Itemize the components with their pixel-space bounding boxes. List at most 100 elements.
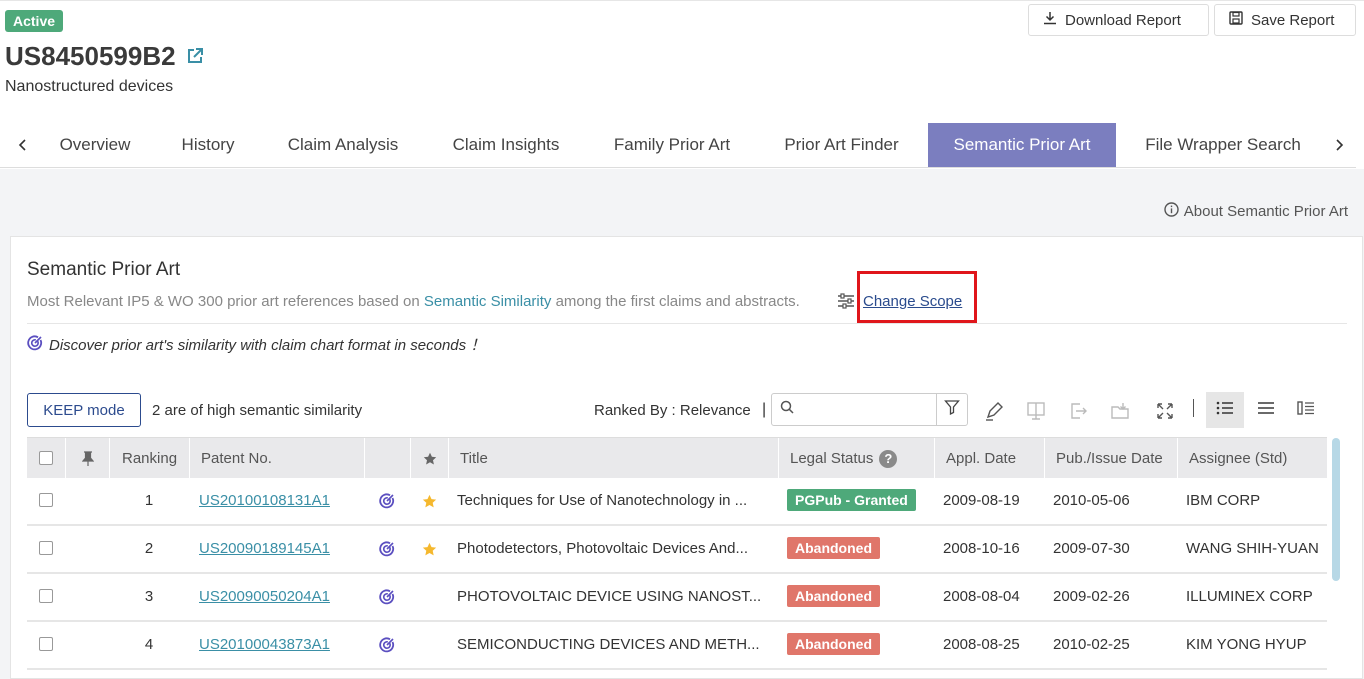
page-title: US8450599B2	[5, 40, 204, 72]
title-cell: Photodetectors, Photovoltaic Devices And…	[457, 540, 748, 557]
external-link-icon[interactable]	[186, 47, 204, 65]
tab-semantic-prior-art[interactable]: Semantic Prior Art	[928, 123, 1116, 167]
star-cell	[422, 478, 442, 524]
sliders-icon	[837, 293, 855, 314]
appl-date-cell: 2008-10-16	[943, 540, 1020, 557]
table-scrollbar[interactable]	[1332, 438, 1340, 581]
download-icon	[1043, 11, 1057, 29]
download-report-button[interactable]: Download Report	[1028, 4, 1209, 36]
filter-button[interactable]	[936, 393, 968, 426]
semantic-target-icon[interactable]	[379, 588, 395, 605]
desc-highlight: Semantic Similarity	[423, 293, 552, 310]
assignee-cell: KIM YONG HYUP	[1186, 636, 1307, 653]
tab-scroll-right-icon[interactable]	[1329, 134, 1349, 156]
tab-prior-art-finder[interactable]: Prior Art Finder	[764, 123, 919, 167]
row-checkbox[interactable]	[39, 589, 53, 603]
ranking-cell: 1	[144, 492, 154, 509]
patent-no-header[interactable]: Patent No.	[189, 438, 364, 479]
table-row[interactable]: 3 US20090050204A1 PHOTOVOLTAIC DEVICE US…	[27, 574, 1327, 622]
star-icon[interactable]	[422, 492, 437, 509]
ranking-header[interactable]: Ranking	[109, 438, 189, 479]
semantic-cell	[379, 622, 399, 668]
desc-suffix: among the first claims and abstracts.	[555, 293, 800, 310]
title-cell: Techniques for Use of Nanotechnology in …	[457, 492, 748, 509]
title-header[interactable]: Title	[448, 438, 778, 479]
assignee-header[interactable]: Assignee (Std)	[1177, 438, 1327, 479]
patent-no-cell: US20090050204A1	[199, 574, 359, 620]
patent-link[interactable]: US20090050204A1	[199, 588, 330, 605]
patent-link[interactable]: US20100108131A1	[199, 492, 330, 509]
semantic-cell	[379, 526, 399, 572]
pub-date-cell: 2010-02-25	[1053, 636, 1130, 653]
assignee-cell: WANG SHIH-YUAN	[1186, 540, 1319, 557]
save-report-button[interactable]: Save Report	[1214, 4, 1356, 36]
table-row[interactable]: 4 US20100043873A1 SEMICONDUCTING DEVICES…	[27, 622, 1327, 670]
status-badge: Active	[5, 10, 64, 32]
keep-mode-button[interactable]: KEEP mode	[27, 393, 141, 427]
ranked-by-selector[interactable]: Ranked By : Relevance	[594, 402, 751, 419]
search-input[interactable]	[794, 400, 924, 419]
tab-overview[interactable]: Overview	[40, 123, 150, 167]
pin-icon	[81, 450, 94, 467]
appl-date-header[interactable]: Appl. Date	[934, 438, 1044, 479]
legal-status-cell: Abandoned	[787, 526, 932, 572]
tab-family-prior-art[interactable]: Family Prior Art	[594, 123, 750, 167]
semantic-target-icon[interactable]	[379, 540, 395, 557]
star-icon[interactable]	[422, 540, 437, 557]
patent-subtitle: Nanostructured devices	[5, 78, 174, 95]
semantic-cell	[379, 574, 399, 620]
tab-claim-analysis[interactable]: Claim Analysis	[268, 123, 418, 167]
help-icon[interactable]: ?	[879, 450, 898, 469]
move-to-folder-icon[interactable]	[1109, 400, 1131, 422]
row-checkbox-cell	[39, 526, 59, 572]
row-checkbox[interactable]	[39, 637, 53, 651]
list-view-icon	[1216, 400, 1234, 421]
title-cell: SEMICONDUCTING DEVICES AND METH...	[457, 636, 760, 653]
ranking-cell: 2	[144, 540, 154, 557]
appl-date-cell: 2008-08-04	[943, 588, 1020, 605]
status-badge: PGPub - Granted	[787, 489, 916, 511]
compact-view-icon	[1257, 401, 1275, 420]
legal-status-cell: Abandoned	[787, 574, 932, 620]
save-report-label: Save Report	[1251, 11, 1335, 29]
tab-file-wrapper-search[interactable]: File Wrapper Search	[1128, 123, 1318, 167]
desc-prefix: Most Relevant IP5 & WO 300 prior art ref…	[27, 293, 420, 310]
table-row[interactable]: 2 US20090189145A1 Photodetectors, Photov…	[27, 526, 1327, 574]
search-box[interactable]	[771, 393, 937, 426]
table-row[interactable]: 1 US20100108131A1 Techniques for Use of …	[27, 478, 1327, 526]
info-icon	[1164, 202, 1179, 221]
row-checkbox[interactable]	[39, 541, 53, 555]
highlight-pen-icon[interactable]	[983, 400, 1005, 422]
tab-scroll-left-icon[interactable]	[13, 134, 33, 156]
card-description: Most Relevant IP5 & WO 300 prior art ref…	[27, 293, 800, 310]
semantic-target-icon[interactable]	[379, 492, 395, 509]
assignee-cell: IBM CORP	[1186, 492, 1261, 509]
status-badge: Abandoned	[787, 633, 880, 655]
export-icon[interactable]	[1067, 400, 1089, 422]
list-view-button[interactable]	[1206, 392, 1244, 428]
tab-history[interactable]: History	[160, 123, 256, 167]
legal-status-label: Legal Status	[790, 450, 874, 467]
tab-claim-insights[interactable]: Claim Insights	[432, 123, 580, 167]
discover-banner[interactable]: Discover prior art's similarity with cla…	[27, 334, 485, 355]
card-title: Semantic Prior Art	[27, 259, 181, 280]
legal-status-header[interactable]: Legal Status?	[778, 438, 934, 479]
patent-link[interactable]: US20090189145A1	[199, 540, 330, 557]
semantic-target-icon	[27, 335, 43, 355]
semantic-target-icon[interactable]	[379, 636, 395, 653]
select-all-checkbox[interactable]	[39, 451, 53, 465]
detail-view-button[interactable]	[1287, 392, 1325, 428]
assignee-cell: ILLUMINEX CORP	[1186, 588, 1313, 605]
patent-link[interactable]: US20100043873A1	[199, 636, 330, 653]
semantic-cell	[379, 478, 399, 524]
row-checkbox-cell	[39, 574, 59, 620]
pub-date-header[interactable]: Pub./Issue Date	[1044, 438, 1177, 479]
compare-icon[interactable]	[1025, 400, 1047, 422]
about-semantic-link[interactable]: About Semantic Prior Art	[1164, 202, 1348, 221]
patent-no-cell: US20090189145A1	[199, 526, 359, 572]
star-cell	[422, 526, 442, 572]
filter-icon	[944, 399, 960, 420]
compact-view-button[interactable]	[1247, 392, 1285, 428]
fullscreen-icon[interactable]	[1154, 400, 1176, 422]
row-checkbox[interactable]	[39, 493, 53, 507]
